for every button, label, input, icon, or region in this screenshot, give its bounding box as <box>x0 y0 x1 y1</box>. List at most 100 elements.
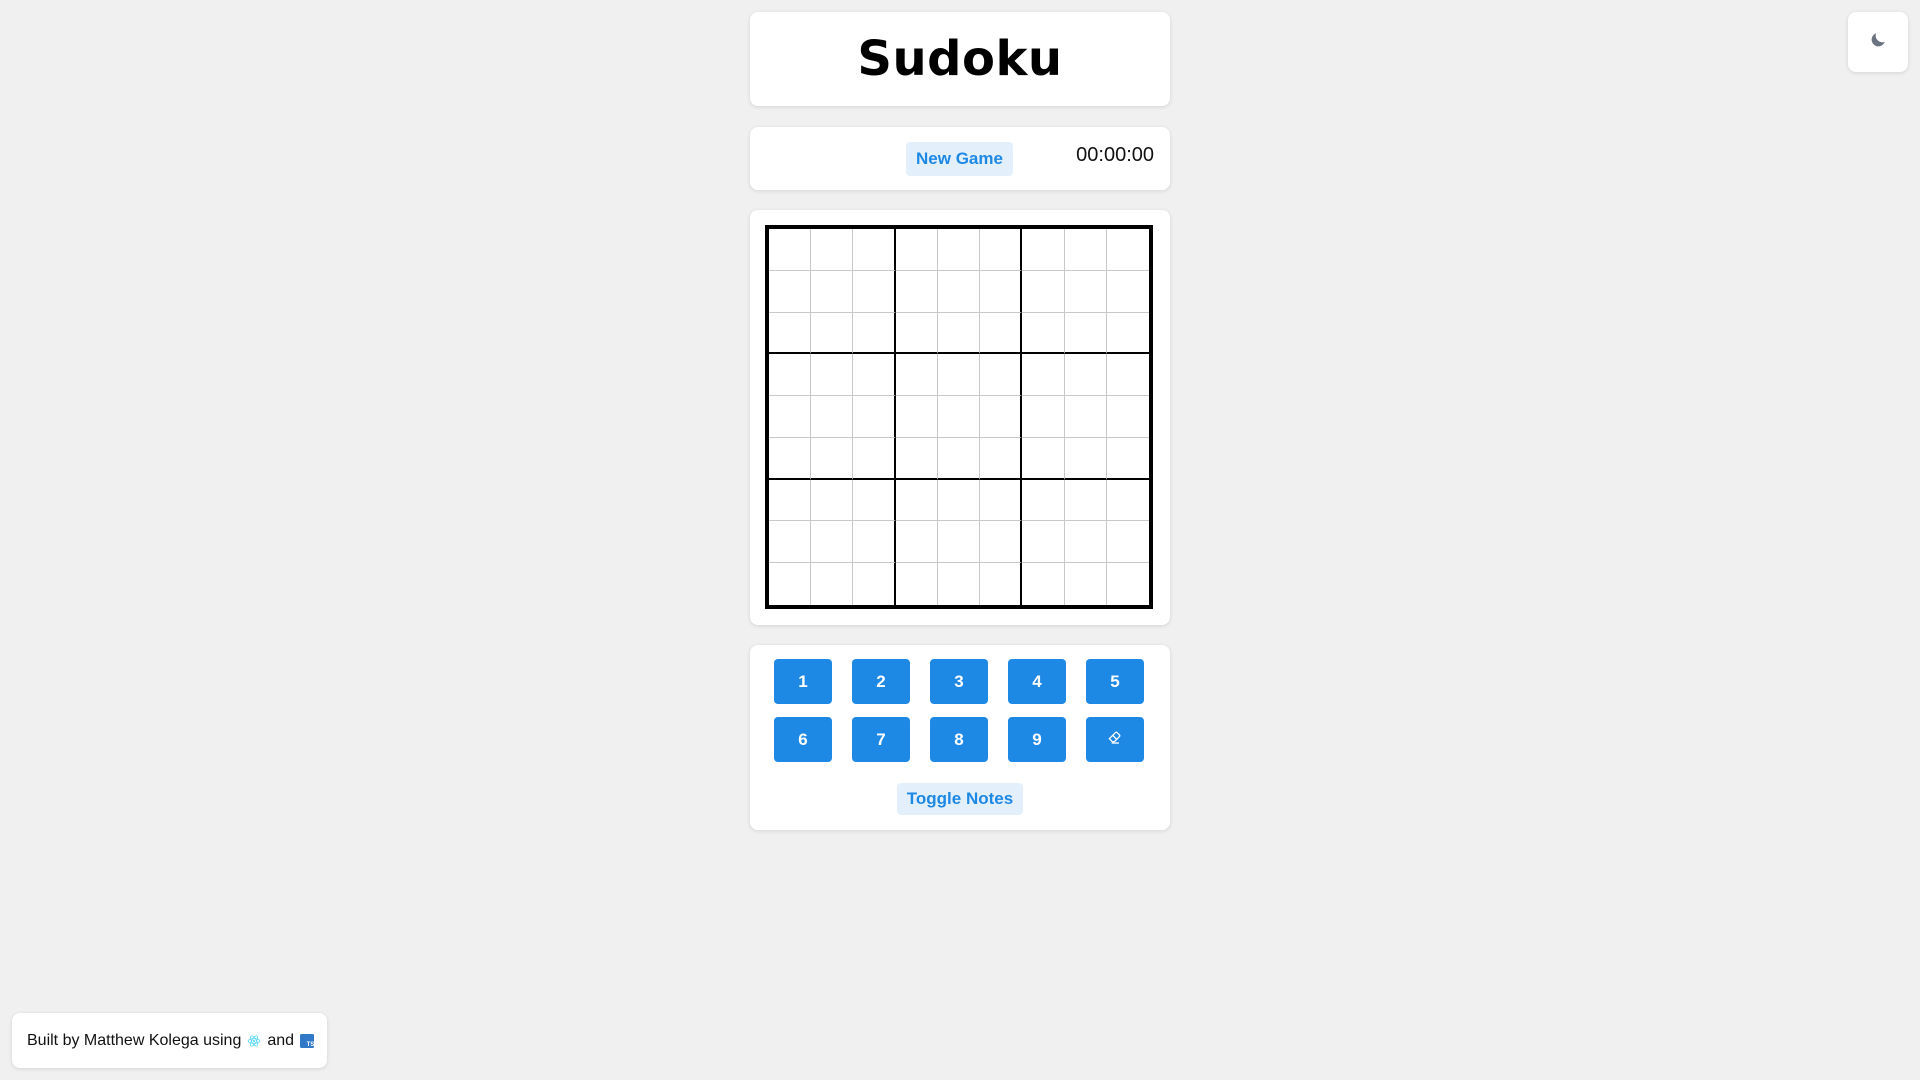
board-cell[interactable] <box>1022 312 1065 355</box>
board-cell[interactable] <box>1106 354 1149 397</box>
board-cell[interactable] <box>1022 521 1065 564</box>
board-cell[interactable] <box>811 229 854 271</box>
board-cell[interactable] <box>1106 312 1149 355</box>
board-cell[interactable] <box>937 354 981 397</box>
board-cell[interactable] <box>811 479 854 522</box>
board-cell[interactable] <box>1106 521 1149 564</box>
footer-credit: Built by Matthew Kolega using and TS <box>12 1013 327 1068</box>
board-cell[interactable] <box>980 479 1023 522</box>
board-cell[interactable] <box>769 312 812 355</box>
board-cell[interactable] <box>937 521 981 564</box>
footer-text: Built by Matthew Kolega using <box>27 1031 242 1049</box>
board-cell[interactable] <box>1064 563 1107 605</box>
board-cell[interactable] <box>853 437 896 480</box>
board-cell[interactable] <box>937 270 981 313</box>
board-cell[interactable] <box>895 354 938 397</box>
board-cell[interactable] <box>853 396 896 438</box>
board-cell[interactable] <box>980 354 1023 397</box>
board-cell[interactable] <box>980 563 1023 605</box>
theme-toggle-button[interactable] <box>1848 12 1908 72</box>
board-cell[interactable] <box>853 270 896 313</box>
board-cell[interactable] <box>1106 479 1149 522</box>
board-cell[interactable] <box>937 563 981 605</box>
number-button-5[interactable]: 5 <box>1086 659 1144 704</box>
board-cell[interactable] <box>980 437 1023 480</box>
board-cell[interactable] <box>1106 229 1149 271</box>
board-cell[interactable] <box>853 229 896 271</box>
board-cell[interactable] <box>769 563 812 605</box>
board-cell[interactable] <box>1022 396 1065 438</box>
number-button-2[interactable]: 2 <box>852 659 910 704</box>
board-cell[interactable] <box>1022 479 1065 522</box>
board-cell[interactable] <box>1064 354 1107 397</box>
board-cell[interactable] <box>1106 563 1149 605</box>
number-button-9[interactable]: 9 <box>1008 717 1066 762</box>
board-cell[interactable] <box>1022 229 1065 271</box>
board-cell[interactable] <box>769 437 812 480</box>
board-cell[interactable] <box>1022 437 1065 480</box>
board-cell[interactable] <box>895 521 938 564</box>
board-cell[interactable] <box>1022 563 1065 605</box>
new-game-button[interactable]: New Game <box>906 142 1013 176</box>
board-cell[interactable] <box>1106 396 1149 438</box>
board-cell[interactable] <box>895 229 938 271</box>
board-cell[interactable] <box>769 229 812 271</box>
board-cell[interactable] <box>853 521 896 564</box>
board-cell[interactable] <box>895 312 938 355</box>
number-button-1[interactable]: 1 <box>774 659 832 704</box>
board-cell[interactable] <box>811 354 854 397</box>
board-cell[interactable] <box>895 479 938 522</box>
board-cell[interactable] <box>895 396 938 438</box>
board-cell[interactable] <box>811 270 854 313</box>
board-cell[interactable] <box>853 563 896 605</box>
board-cell[interactable] <box>811 437 854 480</box>
board-cell[interactable] <box>769 270 812 313</box>
board-cell[interactable] <box>980 396 1023 438</box>
board-cell[interactable] <box>1064 521 1107 564</box>
board-cell[interactable] <box>1022 354 1065 397</box>
board-cell[interactable] <box>853 312 896 355</box>
board-cell[interactable] <box>937 229 981 271</box>
board-cell[interactable] <box>1064 270 1107 313</box>
board-cell[interactable] <box>937 312 981 355</box>
board-cell[interactable] <box>1022 270 1065 313</box>
board-cell[interactable] <box>853 479 896 522</box>
board-cell[interactable] <box>895 563 938 605</box>
board-cell[interactable] <box>895 437 938 480</box>
board-cell[interactable] <box>980 521 1023 564</box>
board-cell[interactable] <box>769 521 812 564</box>
board-cell[interactable] <box>769 354 812 397</box>
board-cell[interactable] <box>769 396 812 438</box>
board-cell[interactable] <box>769 479 812 522</box>
number-button-3[interactable]: 3 <box>930 659 988 704</box>
board-cell[interactable] <box>811 563 854 605</box>
number-button-8[interactable]: 8 <box>930 717 988 762</box>
erase-button[interactable] <box>1086 717 1144 762</box>
board-cell[interactable] <box>853 354 896 397</box>
board-cell[interactable] <box>1064 312 1107 355</box>
sudoku-board <box>765 225 1153 609</box>
board-cell[interactable] <box>1064 437 1107 480</box>
board-cell[interactable] <box>895 270 938 313</box>
board-cell[interactable] <box>811 312 854 355</box>
number-button-7[interactable]: 7 <box>852 717 910 762</box>
board-cell[interactable] <box>811 396 854 438</box>
toggle-notes-button[interactable]: Toggle Notes <box>897 783 1023 815</box>
eraser-icon <box>1107 729 1123 750</box>
number-button-6[interactable]: 6 <box>774 717 832 762</box>
board-cell[interactable] <box>937 479 981 522</box>
board-cell[interactable] <box>1064 396 1107 438</box>
board-cell[interactable] <box>1106 437 1149 480</box>
board-cell[interactable] <box>937 437 981 480</box>
react-icon[interactable] <box>247 1034 261 1048</box>
board-cell[interactable] <box>980 270 1023 313</box>
board-cell[interactable] <box>980 312 1023 355</box>
board-cell[interactable] <box>1106 270 1149 313</box>
board-cell[interactable] <box>980 229 1023 271</box>
board-cell[interactable] <box>1064 229 1107 271</box>
board-cell[interactable] <box>937 396 981 438</box>
board-cell[interactable] <box>811 521 854 564</box>
number-button-4[interactable]: 4 <box>1008 659 1066 704</box>
board-cell[interactable] <box>1064 479 1107 522</box>
typescript-icon[interactable]: TS <box>300 1033 315 1048</box>
